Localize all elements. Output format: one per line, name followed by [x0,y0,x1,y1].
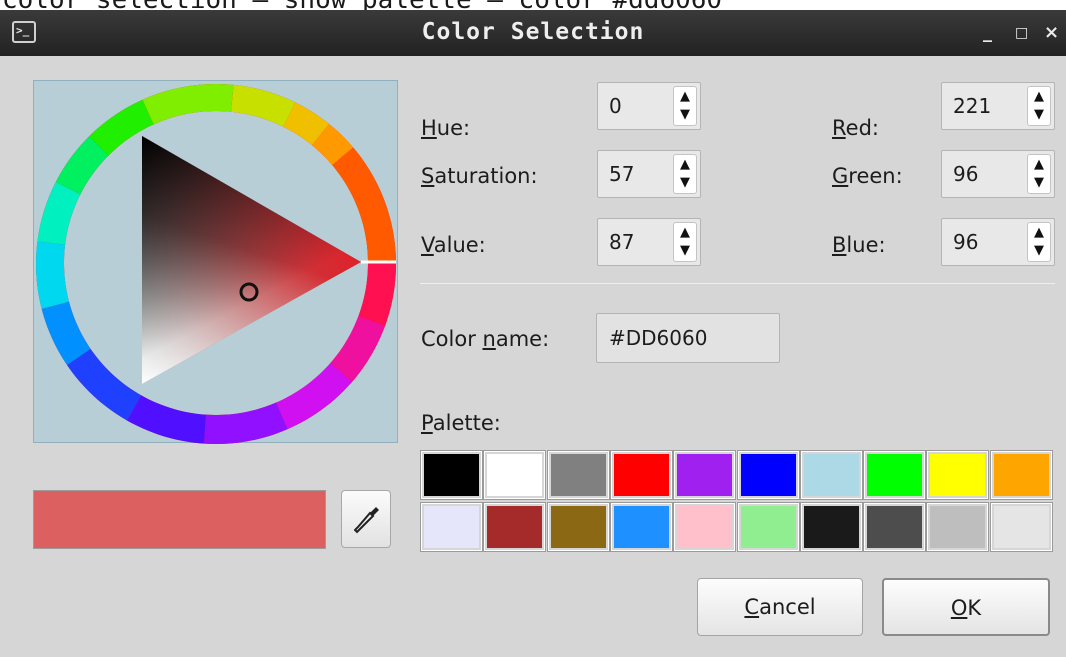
blue-value[interactable]: 96 [953,219,978,265]
hue-stepper[interactable]: ▲ ▼ [673,86,697,126]
hue-value[interactable]: 0 [609,83,622,129]
step-up-icon[interactable]: ▲ [1028,158,1050,172]
ok-button[interactable]: OK [882,578,1050,636]
palette-swatch[interactable] [926,450,990,500]
palette-swatch[interactable] [799,502,863,552]
palette-swatch[interactable] [673,450,737,500]
eyedropper-button[interactable] [341,490,391,548]
palette-swatch[interactable] [546,502,610,552]
palette-swatch[interactable] [863,502,927,552]
step-down-icon[interactable]: ▼ [1028,108,1050,122]
cancel-button[interactable]: Cancel [697,578,863,636]
step-down-icon[interactable]: ▼ [1028,176,1050,190]
eyedropper-icon [354,507,379,534]
step-up-icon[interactable]: ▲ [674,90,696,104]
saturation-stepper[interactable]: ▲ ▼ [673,154,697,194]
green-value[interactable]: 96 [953,151,978,197]
saturation-spinbox[interactable]: 57 ▲ ▼ [597,150,701,198]
close-button[interactable]: × [1044,10,1059,56]
palette-swatch[interactable] [736,502,800,552]
hue-label: Hue: [421,116,471,140]
step-down-icon[interactable]: ▼ [674,244,696,258]
value-label: Value: [421,233,486,257]
palette-grid[interactable] [420,450,1055,552]
step-down-icon[interactable]: ▼ [674,176,696,190]
palette-swatch[interactable] [483,450,547,500]
palette-swatch[interactable] [989,502,1053,552]
saturation-label: Saturation: [421,164,538,188]
palette-label: Palette: [421,411,501,435]
color-name-input[interactable]: #DD6060 [596,313,780,363]
step-up-icon[interactable]: ▲ [1028,90,1050,104]
green-stepper[interactable]: ▲ ▼ [1027,154,1051,194]
hue-spinbox[interactable]: 0 ▲ ▼ [597,82,701,130]
green-label: Green: [832,164,903,188]
palette-swatch[interactable] [989,450,1053,500]
value-spinbox[interactable]: 87 ▲ ▼ [597,218,701,266]
green-spinbox[interactable]: 96 ▲ ▼ [941,150,1055,198]
current-color-swatch [33,490,326,549]
step-up-icon[interactable]: ▲ [674,158,696,172]
palette-swatch[interactable] [673,502,737,552]
red-stepper[interactable]: ▲ ▼ [1027,86,1051,126]
maximize-button[interactable]: □ [1015,10,1028,56]
palette-swatch[interactable] [546,450,610,500]
palette-swatch[interactable] [926,502,990,552]
window-title: Color Selection [421,19,645,45]
blue-stepper[interactable]: ▲ ▼ [1027,222,1051,262]
red-spinbox[interactable]: 221 ▲ ▼ [941,82,1055,130]
value-value[interactable]: 87 [609,219,634,265]
palette-swatch[interactable] [736,450,800,500]
window-titlebar[interactable]: >_ Color Selection _ □ × [0,10,1066,56]
step-up-icon[interactable]: ▲ [674,226,696,240]
palette-swatch[interactable] [420,502,483,552]
palette-swatch[interactable] [420,450,483,500]
red-value[interactable]: 221 [953,83,991,129]
separator [420,283,1055,284]
red-label: Red: [832,116,879,140]
palette-swatch[interactable] [609,450,673,500]
color-wheel-panel[interactable] [33,80,399,444]
palette-swatch[interactable] [483,502,547,552]
value-stepper[interactable]: ▲ ▼ [673,222,697,262]
blue-spinbox[interactable]: 96 ▲ ▼ [941,218,1055,266]
minimize-button[interactable]: _ [983,10,992,56]
hue-wheel[interactable] [34,81,399,444]
palette-swatch[interactable] [863,450,927,500]
palette-swatch[interactable] [609,502,673,552]
blue-label: Blue: [832,233,886,257]
saturation-value[interactable]: 57 [609,151,634,197]
step-down-icon[interactable]: ▼ [1028,244,1050,258]
step-up-icon[interactable]: ▲ [1028,226,1050,240]
step-down-icon[interactable]: ▼ [674,108,696,122]
color-name-label: Color name: [421,327,550,351]
sv-triangle[interactable] [142,136,361,384]
palette-swatch[interactable] [799,450,863,500]
